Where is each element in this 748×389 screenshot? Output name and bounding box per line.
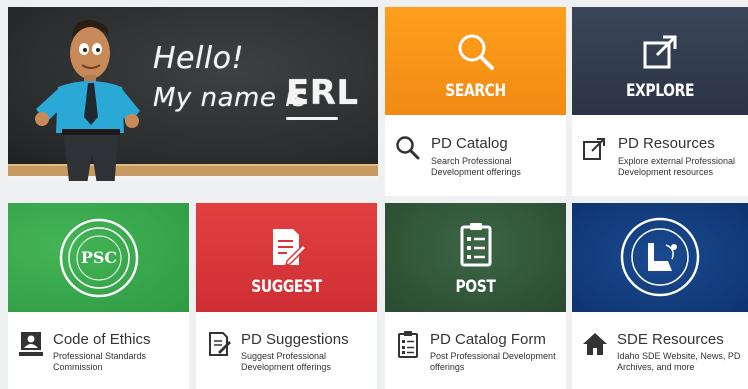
card-title: PD Suggestions xyxy=(241,331,349,348)
card-pd-catalog[interactable]: PD Catalog Search Professional Developme… xyxy=(385,115,566,196)
magnifier-icon xyxy=(458,34,494,70)
card-title: PD Catalog xyxy=(431,135,508,152)
document-pen-icon xyxy=(209,332,231,356)
search-icon xyxy=(396,136,420,160)
home-icon xyxy=(583,333,607,355)
tile-sde[interactable] xyxy=(572,203,748,312)
card-description: Professional Standards Commission xyxy=(53,351,147,372)
tile-explore-label: EXPLORE xyxy=(625,81,695,101)
ethics-badge-icon xyxy=(19,332,43,356)
card-description: Suggest Professional Development offerin… xyxy=(241,351,331,372)
tile-suggest[interactable]: SUGGEST xyxy=(196,203,377,312)
card-description: Search Professional Development offering… xyxy=(431,156,521,177)
chalk-greeting: Hello! xyxy=(153,41,245,76)
card-sde-resources[interactable]: SDE Resources Idaho SDE Website, News, P… xyxy=(572,312,748,389)
external-link-icon xyxy=(583,138,605,160)
tile-post-label: POST xyxy=(455,277,496,297)
clipboard-list-icon xyxy=(460,223,491,267)
card-description: Idaho SDE Website, News, PD Archives, an… xyxy=(617,351,741,372)
tile-post[interactable]: POST xyxy=(385,203,566,312)
psc-seal-icon: PSC xyxy=(59,218,138,298)
chalk-intro: My name is xyxy=(153,83,307,113)
card-title: Code of Ethics xyxy=(53,331,151,348)
card-description: Explore external Professional Developmen… xyxy=(618,156,736,177)
chalk-name: ERL xyxy=(286,73,359,113)
card-pd-suggestions[interactable]: PD Suggestions Suggest Professional Deve… xyxy=(196,312,377,389)
card-pd-catalog-form[interactable]: PD Catalog Form Post Professional Develo… xyxy=(385,312,566,389)
tile-suggest-label: SUGGEST xyxy=(251,277,322,297)
card-description: Post Professional Development offerings xyxy=(430,351,556,372)
external-link-icon xyxy=(643,35,677,69)
tile-search-label: SEARCH xyxy=(445,81,506,101)
card-pd-resources[interactable]: PD Resources Explore external Profession… xyxy=(572,115,748,196)
psc-seal-text: PSC xyxy=(80,248,116,267)
department-of-education-seal-icon xyxy=(620,217,700,297)
chalk-underline xyxy=(286,117,338,120)
card-code-of-ethics[interactable]: Code of Ethics Professional Standards Co… xyxy=(8,312,189,389)
tile-psc[interactable]: PSC xyxy=(8,203,189,312)
clipboard-list-icon xyxy=(398,331,418,358)
hero-banner: Hello! My name is ERL xyxy=(8,7,378,181)
document-pen-icon xyxy=(272,229,307,267)
card-title: SDE Resources xyxy=(617,331,724,348)
card-title: PD Catalog Form xyxy=(430,331,546,348)
tile-explore[interactable]: EXPLORE xyxy=(572,7,748,115)
card-title: PD Resources xyxy=(618,135,715,152)
mascot-illustration xyxy=(35,19,140,181)
tile-search[interactable]: SEARCH xyxy=(385,7,566,115)
